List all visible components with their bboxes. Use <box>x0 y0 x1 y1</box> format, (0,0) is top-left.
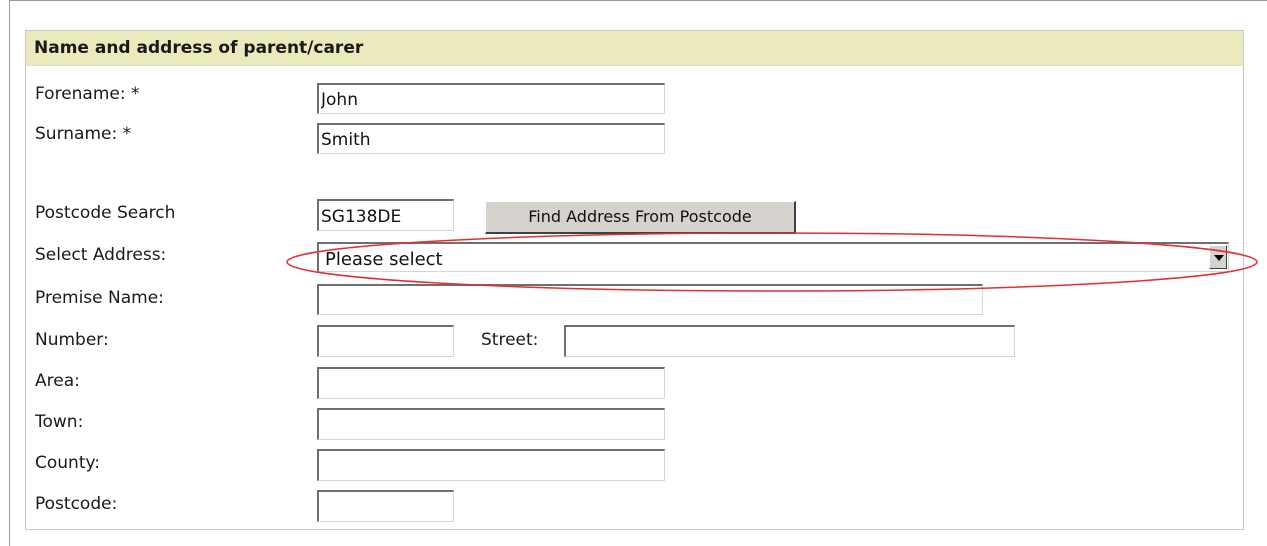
postcode-search-input[interactable] <box>317 199 454 231</box>
area-input[interactable] <box>317 367 665 399</box>
select-address-label: Select Address: <box>35 245 167 265</box>
town-label: Town: <box>35 412 84 432</box>
county-label: County: <box>35 453 101 473</box>
forename-input[interactable] <box>317 83 665 114</box>
select-address-value: Please select <box>325 249 443 270</box>
postcode-label: Postcode: <box>35 494 118 514</box>
premise-name-label: Premise Name: <box>35 288 164 308</box>
parent-carer-panel: Name and address of parent/carer Forenam… <box>25 30 1244 530</box>
section-header: Name and address of parent/carer <box>26 31 1243 66</box>
premise-name-input[interactable] <box>317 284 983 315</box>
county-input[interactable] <box>317 449 665 481</box>
town-input[interactable] <box>317 408 665 440</box>
find-address-button[interactable]: Find Address From Postcode <box>485 201 796 234</box>
street-label: Street: <box>481 330 539 350</box>
select-address-dropdown[interactable]: Please select <box>317 242 1229 272</box>
surname-label: Surname: * <box>35 124 132 144</box>
number-input[interactable] <box>317 325 454 357</box>
postcode-input[interactable] <box>317 490 454 522</box>
chevron-down-icon[interactable] <box>1209 245 1227 269</box>
number-label: Number: <box>35 330 109 350</box>
surname-input[interactable] <box>317 123 665 154</box>
forename-label: Forename: * <box>35 84 140 104</box>
area-label: Area: <box>35 371 80 391</box>
postcode-search-label: Postcode Search <box>35 203 176 223</box>
street-input[interactable] <box>564 325 1015 357</box>
